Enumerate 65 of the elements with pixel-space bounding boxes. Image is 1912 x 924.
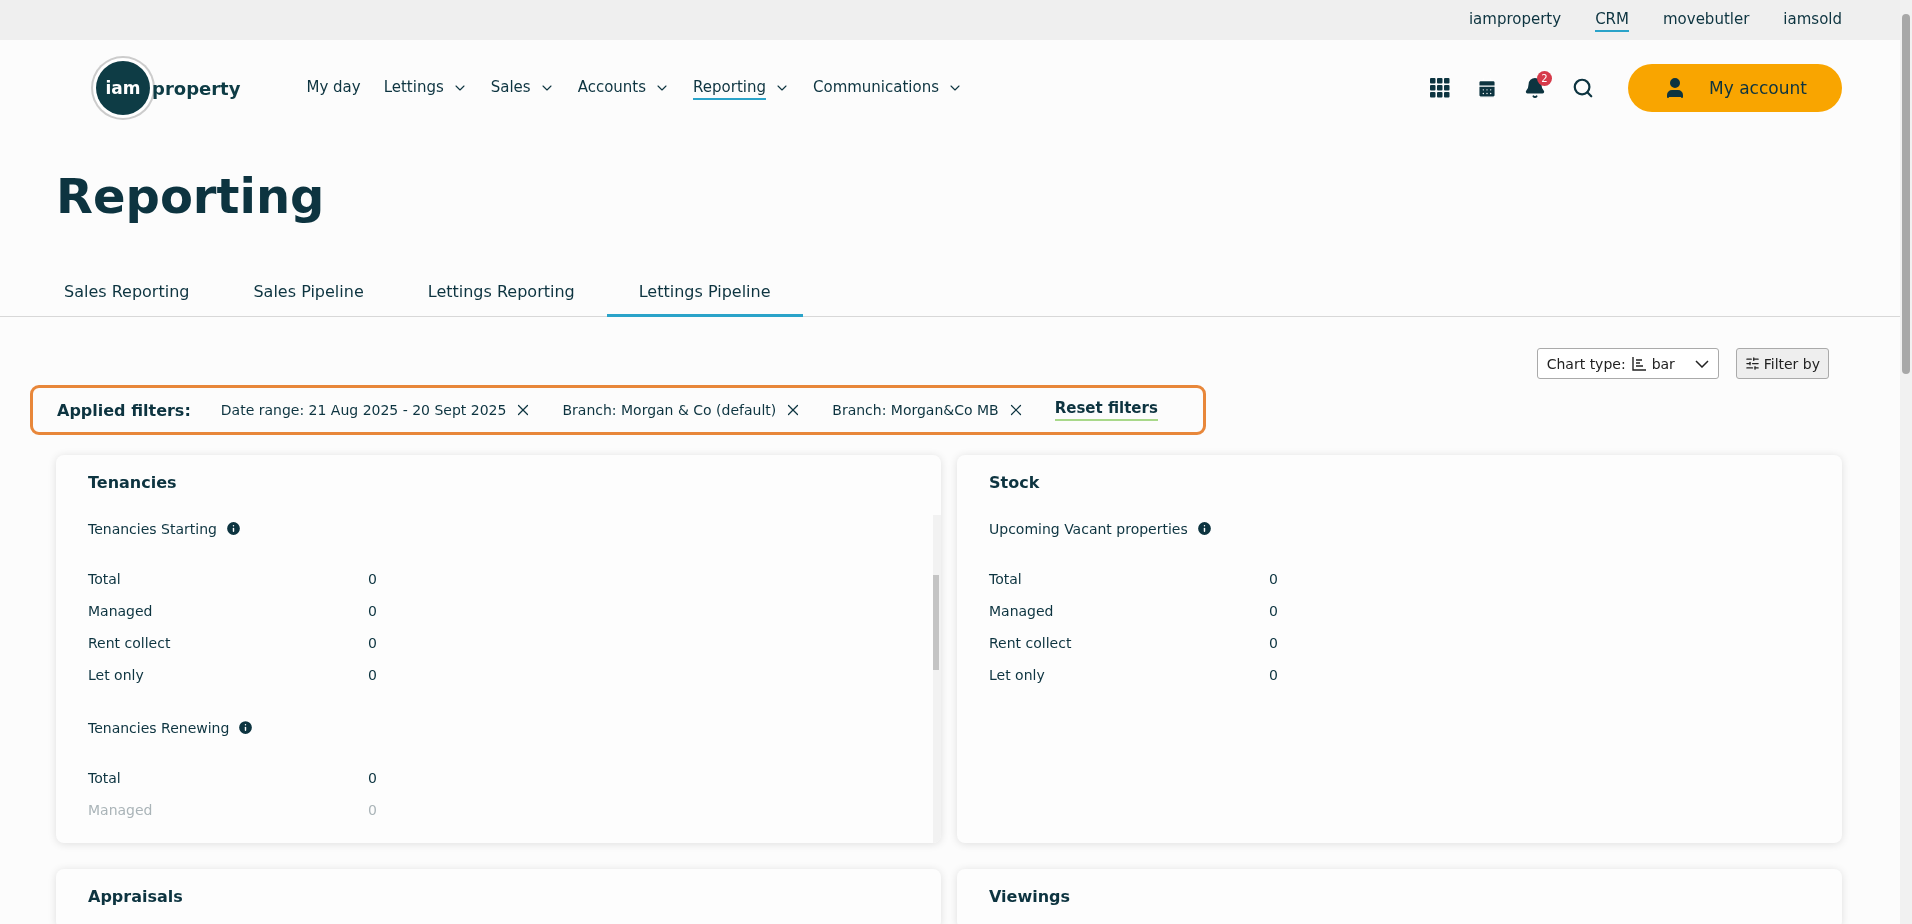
chart-type-value: bar (1651, 355, 1676, 372)
sliders-icon (1744, 356, 1760, 371)
metric-value: 0 (368, 635, 377, 651)
metric-label: Managed (88, 802, 154, 818)
chart-type-label: Chart type: (1546, 355, 1626, 372)
filter-chip[interactable]: Branch: Morgan & Co (default) (562, 401, 803, 419)
nav-item[interactable]: Accounts (577, 76, 671, 100)
metric-label: Rent collect (88, 635, 172, 651)
chevron-down-icon (1694, 359, 1709, 368)
search-button[interactable] (1572, 77, 1594, 99)
section-title: Upcoming Vacant properties (989, 520, 1188, 537)
metric-value: 0 (1269, 667, 1278, 683)
nav-item[interactable]: Sales (490, 76, 555, 100)
reset-filters-link[interactable]: Reset filters (1054, 399, 1158, 421)
card-title: Appraisals (88, 887, 184, 906)
card-title: Viewings (989, 887, 1072, 906)
applied-filters-label: Applied filters: (57, 400, 191, 420)
account-button[interactable]: My account (1628, 64, 1842, 112)
metric-label: Managed (989, 603, 1055, 619)
info-icon[interactable] (1195, 520, 1213, 537)
metric-value: 0 (368, 802, 377, 818)
metric-value: 0 (1269, 603, 1278, 619)
nav-item[interactable]: Lettings (383, 76, 468, 100)
metric-value: 0 (368, 667, 377, 683)
site-link[interactable]: iamsold (1783, 8, 1842, 32)
tab[interactable]: Lettings Pipeline (606, 270, 803, 317)
filter-button[interactable]: Filter by (1735, 348, 1829, 379)
tab[interactable]: Sales Reporting (32, 270, 222, 317)
metric-label: Let only (989, 667, 1046, 683)
metric-value: 0 (368, 571, 377, 587)
logo-text: property (152, 77, 241, 99)
card-title: Stock (989, 473, 1041, 492)
apps-button[interactable] (1430, 78, 1450, 98)
filter-chip[interactable]: Branch: Morgan&Co MB (832, 401, 1025, 419)
metric-value: 0 (1269, 571, 1278, 587)
info-icon[interactable] (237, 719, 255, 736)
section-title: Tenancies Starting (88, 520, 217, 537)
section-title: Tenancies Renewing (88, 719, 230, 736)
filter-chip[interactable]: Date range: 21 Aug 2025 - 20 Sept 2025 (220, 401, 533, 419)
metric-value: 0 (368, 770, 377, 786)
info-icon[interactable] (224, 520, 242, 537)
page-title: Reporting (56, 168, 326, 226)
notification-badge: 2 (1537, 71, 1552, 86)
bar-chart-icon (1631, 356, 1646, 371)
search-icon (1572, 77, 1594, 99)
card-scrollbar[interactable] (933, 515, 941, 843)
site-link[interactable]: movebutler (1662, 8, 1750, 32)
metric-value: 0 (1269, 635, 1278, 651)
metric-label: Rent collect (989, 635, 1073, 651)
metric-label: Let only (88, 667, 145, 683)
metric-label: Total (88, 571, 122, 587)
metric-label: Total (989, 571, 1023, 587)
metric-label: Managed (88, 603, 154, 619)
site-link[interactable]: iamproperty (1468, 8, 1562, 32)
nav-item[interactable]: Communications (813, 76, 964, 100)
site-link[interactable]: CRM (1595, 8, 1629, 32)
metric-value: 0 (368, 603, 377, 619)
tab[interactable]: Sales Pipeline (221, 270, 396, 317)
nav-item[interactable]: My day (306, 76, 361, 100)
nav-item[interactable]: Reporting (693, 76, 790, 100)
card-title: Tenancies (88, 473, 178, 492)
metric-label: Total (88, 770, 122, 786)
page-scrollbar[interactable] (1900, 0, 1912, 924)
chart-type-select[interactable]: Chart type: bar (1536, 348, 1719, 379)
tab[interactable]: Lettings Reporting (395, 270, 607, 317)
